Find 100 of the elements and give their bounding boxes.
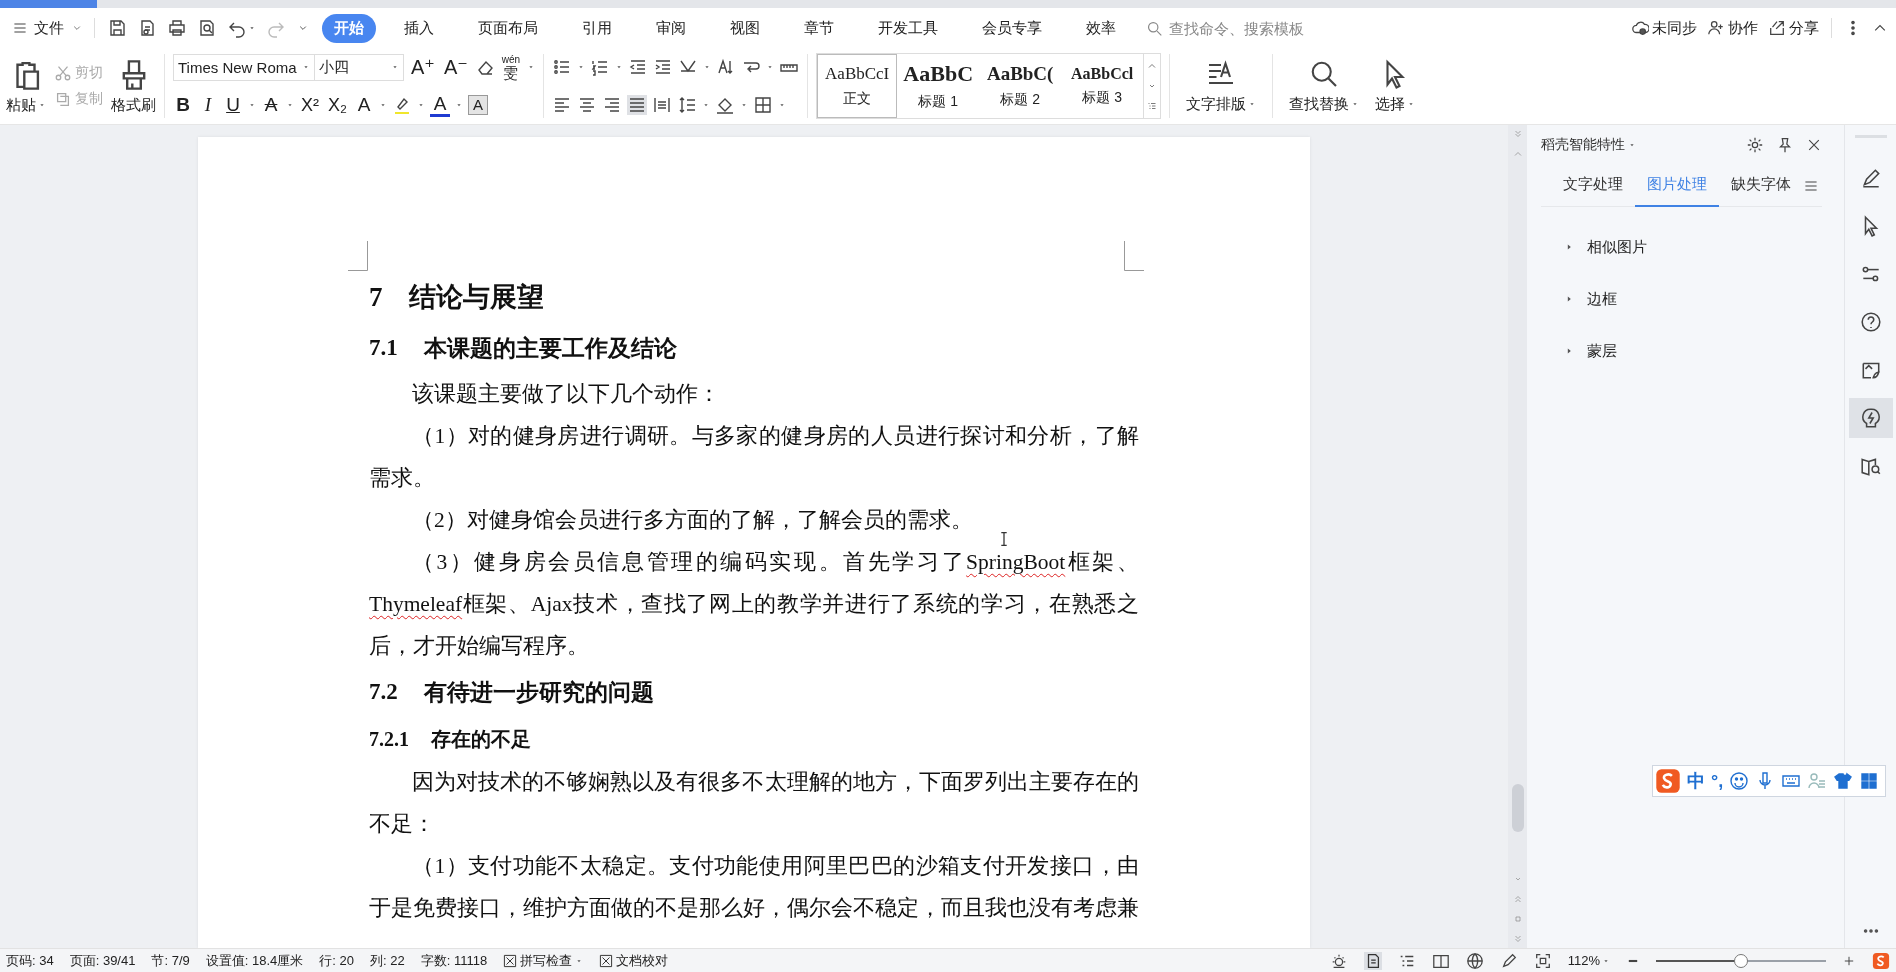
save-icon[interactable] <box>107 18 127 38</box>
bold-button[interactable]: B <box>173 93 193 117</box>
panel-title-dropdown[interactable]: 稻壳智能特性 <box>1541 136 1636 154</box>
menu-tab[interactable]: 页面布局 <box>466 13 550 43</box>
caret-icon <box>302 63 310 71</box>
menu-tab[interactable]: 会员专享 <box>970 13 1054 43</box>
style-preset[interactable]: AaBbC( 标题 2 <box>979 54 1062 118</box>
crop-mark <box>348 241 368 271</box>
font-name-dropdown[interactable]: Times New Roma <box>173 53 315 81</box>
style-preset[interactable]: AaBbCcl 标题 3 <box>1061 54 1144 118</box>
status-button[interactable]: 拼写检查 <box>503 951 584 970</box>
panel-section[interactable]: 相似图片 <box>1541 221 1822 273</box>
menu-tab[interactable]: 开发工具 <box>866 13 950 43</box>
panel-section[interactable]: 边框 <box>1541 273 1822 325</box>
panel-tab[interactable]: 缺失字体 <box>1719 164 1803 207</box>
grid-icon[interactable] <box>1859 771 1880 791</box>
panel-tab[interactable]: 图片处理 <box>1635 164 1719 207</box>
italic-button[interactable]: I <box>198 93 218 117</box>
heading-number: 7.1 <box>369 335 398 361</box>
paste-button[interactable]: 粘贴 <box>6 57 46 115</box>
vertical-scrollbar[interactable] <box>1508 125 1527 948</box>
toolbar-action[interactable]: 分享 <box>1768 18 1819 38</box>
caret-icon <box>286 101 294 109</box>
status-button[interactable]: 文档校对 <box>599 951 669 970</box>
strike-button[interactable]: A <box>261 93 281 117</box>
person-plus-icon <box>1707 19 1725 37</box>
format-painter-button[interactable]: 格式刷 <box>111 57 156 115</box>
cloud-sync-icon <box>1631 19 1649 37</box>
menu-tab[interactable]: 插入 <box>392 13 446 43</box>
web-view-icon[interactable] <box>1465 951 1484 970</box>
menu-tab[interactable]: 审阅 <box>644 13 698 43</box>
write-mode-icon[interactable] <box>1499 951 1518 970</box>
checkbox-icon <box>599 953 614 968</box>
paragraph: （3）健身房会员信息管理的编码实现。首先学习了 SpringBoot框架、 Thymeleaf框架、Ajax技术，查找了网上的教学并进行了系统的学习，在熟悉之后，才开始编写程序。 <box>369 549 1139 660</box>
settings-icon[interactable] <box>1746 136 1764 154</box>
panel-tab[interactable]: 文字处理 <box>1551 164 1635 207</box>
punctuation-toggle[interactable]: °, <box>1711 770 1724 792</box>
full-screen-icon[interactable] <box>1533 951 1552 970</box>
caret-icon <box>455 101 463 109</box>
heading-text: 有待进一步研究的问题 <box>423 678 654 707</box>
shrink-font-button[interactable]: A⁻ <box>441 55 470 79</box>
emoji-icon[interactable] <box>1729 771 1750 791</box>
scrollbar-thumb[interactable] <box>1511 784 1524 832</box>
zoom-slider[interactable] <box>1656 953 1826 968</box>
underline-button[interactable]: U <box>223 93 243 117</box>
heading-number: 7 <box>369 281 383 313</box>
highlighter-icon[interactable] <box>392 95 412 115</box>
phonetic-guide-button[interactable]: wén 雯 <box>499 54 523 80</box>
line-spacing-icon[interactable] <box>677 95 698 115</box>
close-icon[interactable] <box>1806 137 1822 153</box>
ribbon-tool[interactable]: 选择 <box>1375 58 1416 114</box>
side-tool-button[interactable] <box>1848 398 1893 438</box>
menu-icon <box>12 20 28 36</box>
zoom-dropdown[interactable]: 112% <box>1567 953 1610 968</box>
color-button[interactable]: A <box>430 93 450 117</box>
style-preset[interactable]: AaBbCcI 正文 <box>817 54 898 118</box>
status-text: 页面: 39/41 <box>69 951 136 970</box>
page-view-icon[interactable] <box>1363 951 1382 970</box>
book-search-icon <box>1859 455 1882 477</box>
heading-number: 7.2 <box>369 679 398 705</box>
ribbon-tool[interactable]: 查找替换 <box>1289 58 1360 114</box>
toolbar-action[interactable]: 未同步 <box>1631 18 1697 38</box>
menu-tab[interactable]: 效率 <box>1074 13 1128 43</box>
menu-tab[interactable]: 视图 <box>718 13 772 43</box>
status-text: 节: 7/9 <box>151 951 190 970</box>
distributed-align-icon[interactable] <box>652 95 673 115</box>
justify-icon[interactable] <box>627 95 648 115</box>
style-preset[interactable]: AaBbC 标题 1 <box>897 54 980 118</box>
menu-tab[interactable]: 开始 <box>322 13 376 43</box>
shirt-icon[interactable] <box>1833 771 1854 791</box>
toolbar-action[interactable]: 协作 <box>1707 18 1758 38</box>
subscript-button[interactable]: X₂ <box>326 93 349 117</box>
caret-icon <box>38 101 46 109</box>
paragraph: （1）支付功能不太稳定。支付功能使用阿里巴巴的沙箱支付开发接口，由于是免费接口，维护方面做的不是那么好，偶尔会不稳定，而且我也没有考虑兼 <box>369 853 1139 922</box>
paragraph: （2）对健身馆会员进行多方面的了解，了解会员的需求。 <box>411 507 973 534</box>
ribbon-tool[interactable]: 文字排版 <box>1186 58 1257 114</box>
input-method-logo-icon <box>1655 768 1681 794</box>
print-icon[interactable] <box>167 18 187 38</box>
copy-icon <box>54 90 72 108</box>
menu-tab[interactable]: 章节 <box>792 13 846 43</box>
superscript-button[interactable]: X² <box>299 93 321 117</box>
caret-icon <box>379 101 387 109</box>
input-mode-toggle[interactable]: 中 <box>1687 769 1705 793</box>
expand-icon[interactable] <box>1147 101 1158 111</box>
status-text: 设置值: 18.4厘米 <box>205 951 304 970</box>
font-size-dropdown[interactable]: 小四 <box>314 53 404 81</box>
slider-thumb[interactable] <box>1734 953 1748 968</box>
print-preview-icon[interactable] <box>197 18 217 38</box>
heading-text: 本课题的主要工作及结论 <box>423 334 677 363</box>
file-menu[interactable]: 文件 <box>8 14 88 42</box>
caret-icon <box>391 63 399 71</box>
menu-tab[interactable]: 引用 <box>570 13 624 43</box>
shading-button[interactable]: A <box>468 95 488 115</box>
effect-button[interactable]: A <box>354 93 374 117</box>
panel-section[interactable]: 蒙层 <box>1541 325 1822 377</box>
borders-icon[interactable] <box>753 95 774 115</box>
search-icon <box>1146 19 1163 37</box>
search-field[interactable]: 查找命令、搜索模板 <box>1146 18 1347 38</box>
grow-font-button[interactable]: A⁺ <box>409 55 437 79</box>
lightning-bulb-icon <box>1859 407 1882 429</box>
